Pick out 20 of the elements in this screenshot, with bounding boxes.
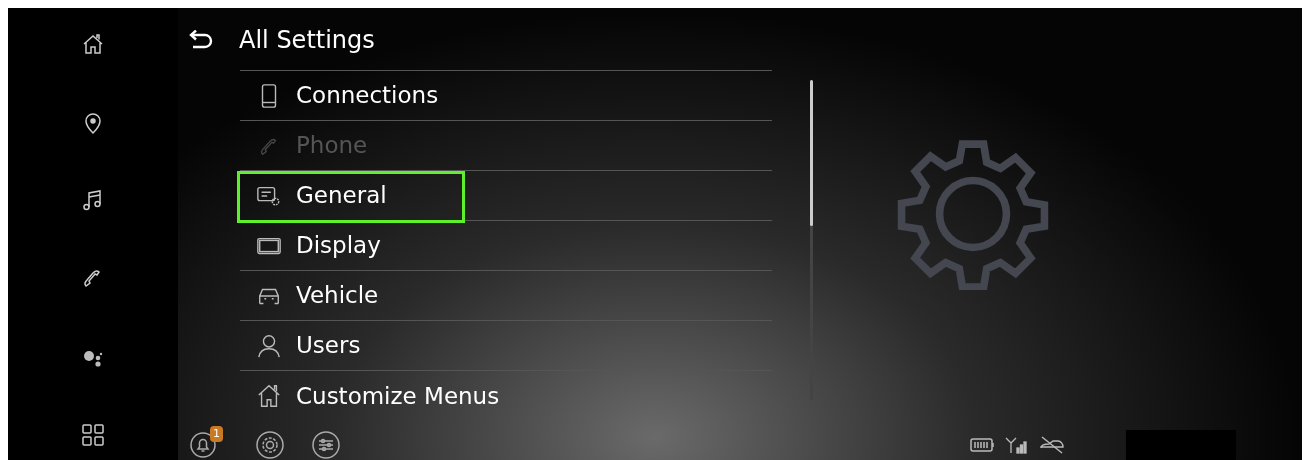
car-crossed-icon [1038, 436, 1066, 454]
scrollbar-thumb[interactable] [810, 80, 813, 226]
menu-item[interactable]: Customize Menus [240, 371, 772, 421]
house-icon [256, 383, 282, 409]
battery-icon [970, 437, 996, 453]
settings-icon[interactable] [256, 431, 284, 459]
app-grid-icon[interactable] [80, 422, 106, 448]
menu-item[interactable]: Vehicle [240, 271, 772, 321]
menu-item[interactable]: Users [240, 321, 772, 371]
menu-item[interactable]: General [240, 171, 772, 221]
notification-badge: 1 [210, 426, 223, 442]
page-title: All Settings [239, 25, 375, 56]
signal-icon [1004, 436, 1028, 454]
gear-icon [896, 138, 1049, 290]
menu-item[interactable]: Display [240, 221, 772, 271]
person-icon [256, 332, 282, 359]
bell-icon[interactable] [190, 432, 216, 458]
sliders-icon[interactable] [312, 431, 340, 459]
menu-item[interactable]: Connections [240, 71, 772, 121]
back-arrow-icon[interactable] [188, 30, 214, 50]
